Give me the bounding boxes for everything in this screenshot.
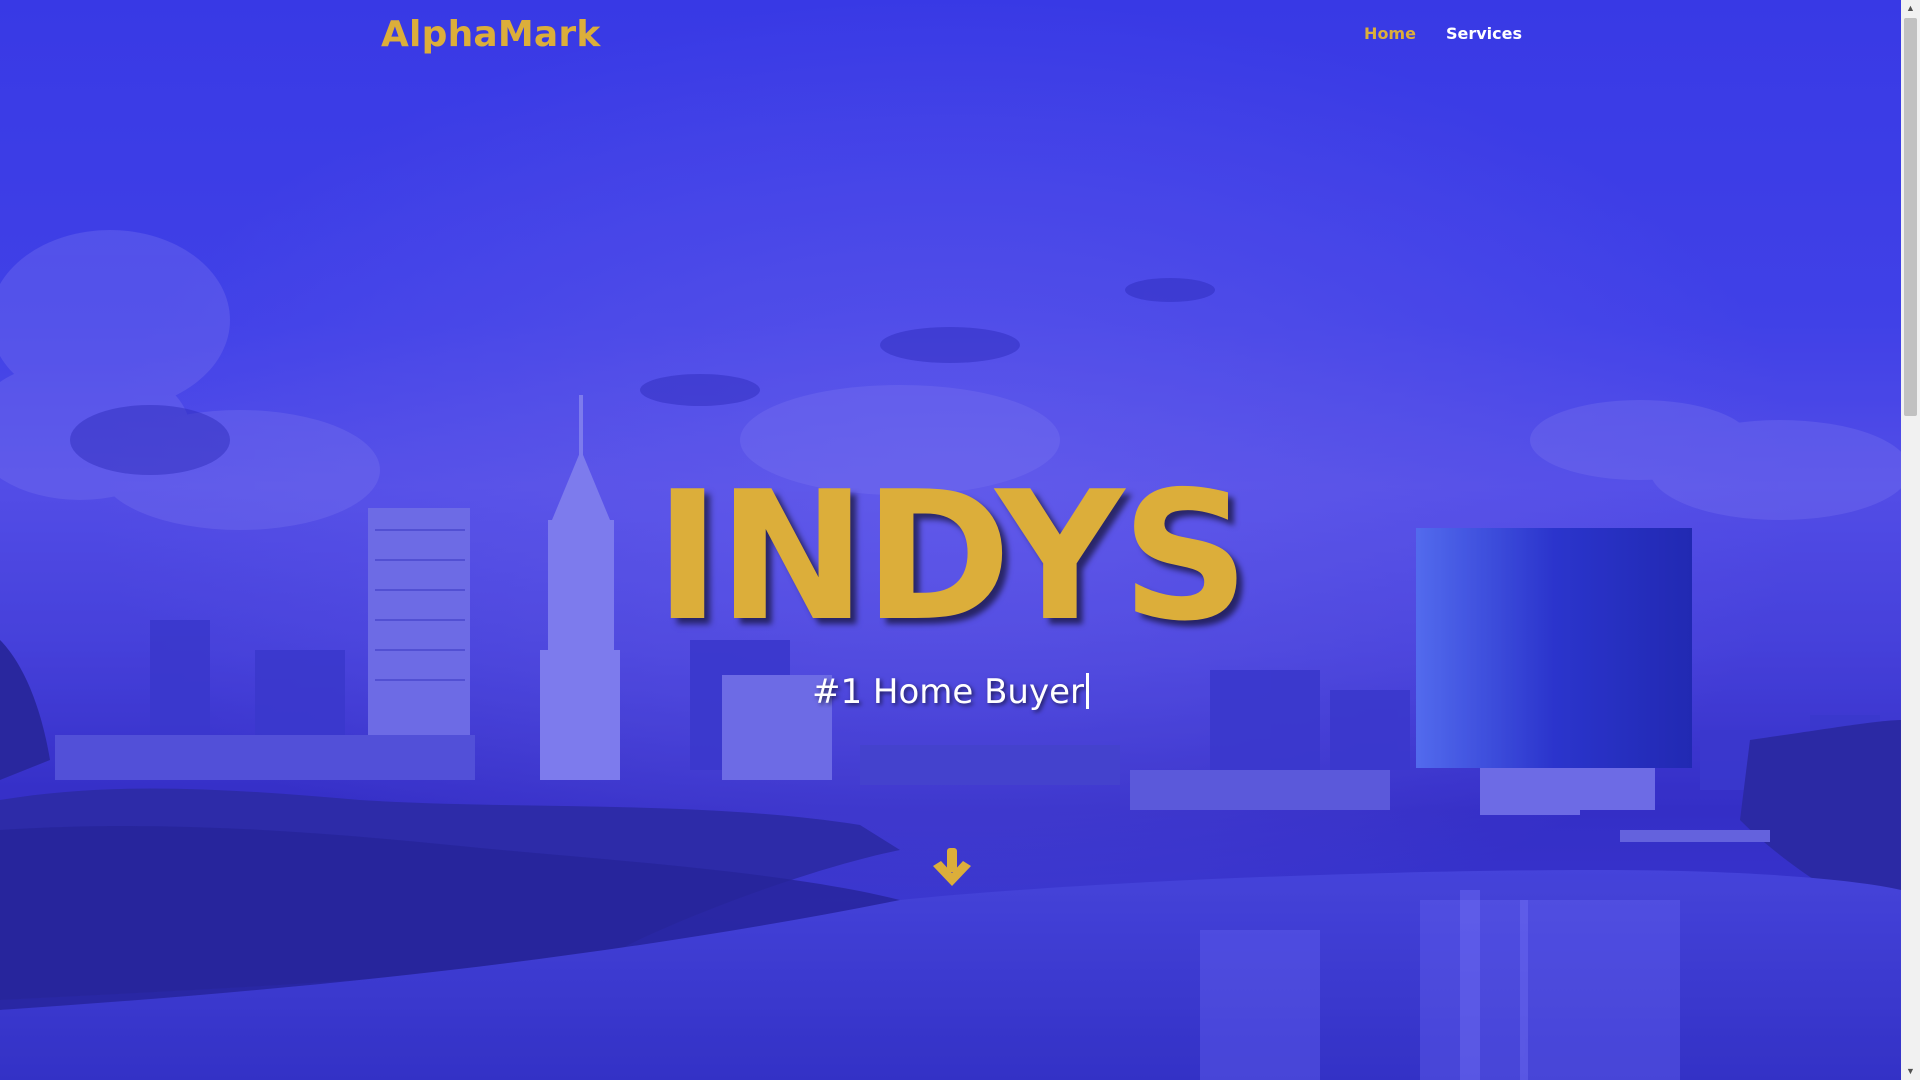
scrollbar-thumb[interactable] [1904, 18, 1917, 416]
brand-logo[interactable]: AlphaMark [381, 14, 601, 55]
hero-title: INDYS [654, 453, 1249, 660]
scroll-down-button[interactable] [929, 844, 975, 890]
hero-subtitle-wrap: #1 Home Buyer [0, 672, 1901, 712]
page-scrollbar[interactable]: ▲ ▼ [1901, 0, 1920, 1080]
nav-home-link[interactable]: Home [1364, 24, 1416, 43]
arrow-down-icon [933, 848, 971, 886]
navbar: AlphaMark Home Services [0, 0, 1901, 72]
scroll-down-arrow-icon[interactable]: ▼ [1901, 1063, 1920, 1080]
typing-cursor [1086, 673, 1090, 709]
hero-subtitle: #1 Home Buyer [811, 672, 1085, 712]
nav-menu: Home Services [1364, 24, 1522, 43]
hero-section: AlphaMark Home Services INDYS #1 Home Bu… [0, 0, 1901, 1080]
scroll-up-arrow-icon[interactable]: ▲ [1901, 0, 1920, 17]
nav-services-link[interactable]: Services [1446, 24, 1522, 43]
